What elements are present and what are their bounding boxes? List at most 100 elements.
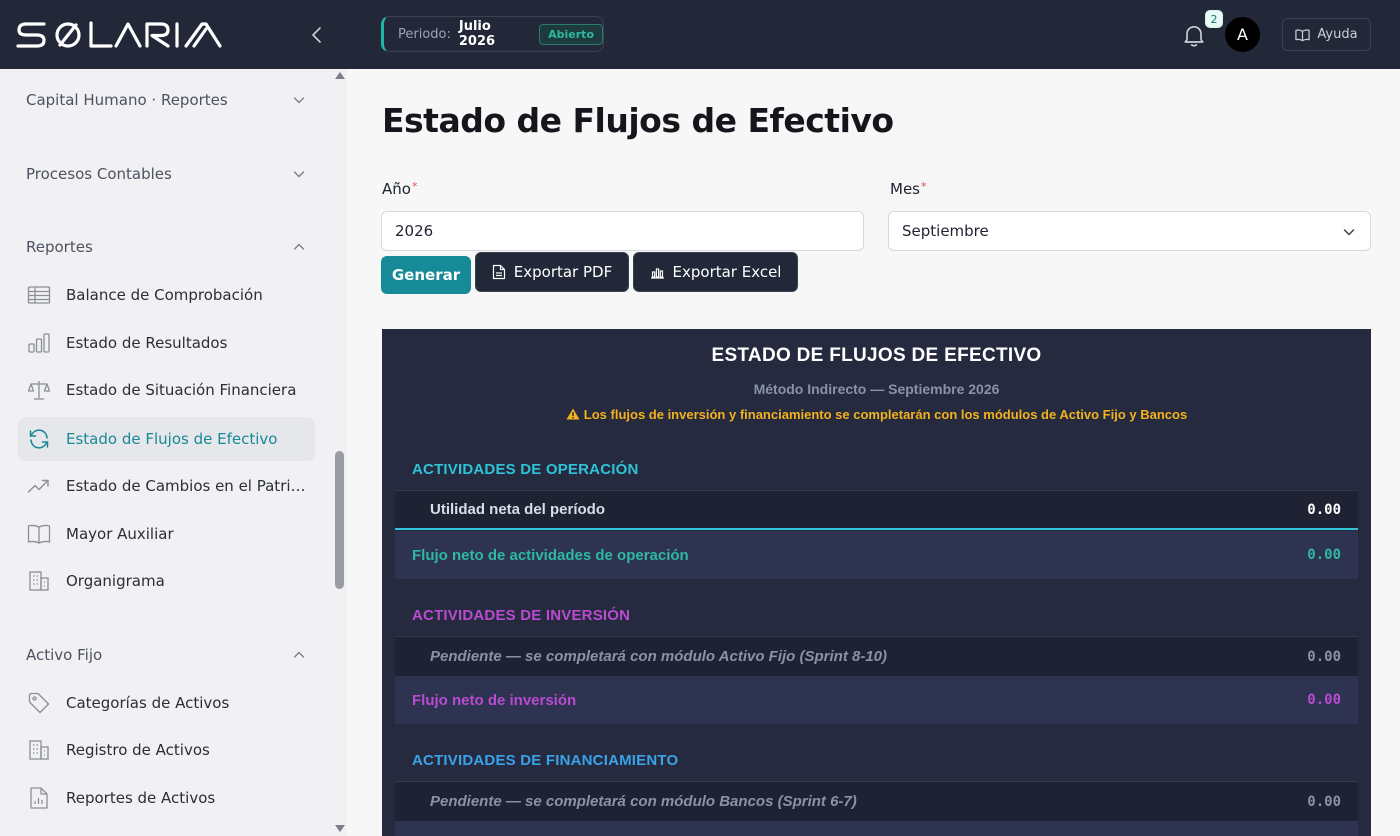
report-row-pendiente-inversion: Pendiente — se completará con módulo Act… [395, 636, 1358, 676]
month-label-text: Mes [890, 180, 920, 198]
generate-button[interactable]: Generar [381, 256, 471, 294]
tag-icon [28, 692, 50, 714]
chevron-down-icon [1343, 229, 1355, 236]
sidebar-item-label: Organigrama [66, 572, 165, 590]
month-select-value: Septiembre [902, 222, 989, 240]
period-label: Periodo: [398, 26, 451, 42]
building-icon [29, 740, 49, 760]
sidebar-item-estado-resultados[interactable]: Estado de Resultados [18, 321, 315, 365]
row-amount: 0.00 [1307, 793, 1341, 810]
section-capital-humano[interactable]: Capital Humano · Reportes [26, 88, 306, 112]
section-label: Capital Humano · Reportes [26, 91, 228, 109]
section-label: Reportes [26, 238, 93, 256]
sidebar-item-situacion-financiera[interactable]: Estado de Situación Financiera [18, 368, 315, 412]
row-amount: 0.00 [1307, 547, 1341, 563]
warning-icon [566, 408, 580, 420]
row-amount: 0.00 [1307, 648, 1341, 665]
export-pdf-button[interactable]: Exportar PDF [475, 252, 629, 292]
row-label: Pendiente — se completará con módulo Act… [430, 648, 888, 665]
period-indicator[interactable]: Periodo: Julio 2026 Abierto [381, 16, 604, 52]
sidebar-item-label: Estado de Situación Financiera [66, 381, 297, 399]
sidebar-item-flujos-efectivo[interactable]: Estado de Flujos de Efectivo [18, 417, 315, 461]
required-asterisk: * [411, 180, 418, 193]
sidebar-item-reportes-activos[interactable]: Reportes de Activos [18, 776, 315, 820]
sidebar-item-registro-activos[interactable]: Registro de Activos [18, 728, 315, 772]
refresh-icon [29, 429, 49, 449]
sidebar-item-cambios-patrimonio[interactable]: Estado de Cambios en el Patrimonio [18, 464, 315, 508]
report-subtitle: Método Indirecto — Septiembre 2026 [753, 381, 1000, 397]
report-title: ESTADO DE FLUJOS DE EFECTIVO [711, 345, 1042, 366]
help-button[interactable]: Ayuda [1282, 18, 1371, 51]
section-label: Activo Fijo [26, 646, 103, 664]
book-icon [27, 524, 51, 544]
chevron-up-icon [293, 651, 305, 658]
year-label: Año* [382, 180, 417, 198]
sidebar-item-label: Estado de Resultados [66, 334, 228, 352]
export-excel-button[interactable]: Exportar Excel [633, 252, 798, 292]
book-open-icon [1295, 28, 1311, 41]
report-row-total-operacion: Flujo neto de actividades de operación 0… [395, 531, 1358, 579]
sidebar-item-label: Estado de Flujos de Efectivo [66, 430, 278, 448]
period-value: Julio 2026 [458, 19, 496, 49]
row-label: Pendiente — se completará con módulo Ban… [430, 793, 857, 810]
sidebar-scrollbar-thumb[interactable] [335, 451, 344, 589]
report-row-total-financiamiento [395, 821, 1358, 836]
report-row-pendiente-financiamiento: Pendiente — se completará con módulo Ban… [395, 781, 1358, 821]
bar-chart-icon [650, 268, 664, 279]
sidebar-item-organigrama[interactable]: Organigrama [18, 559, 315, 603]
table-icon [27, 286, 51, 304]
topbar: Periodo: Julio 2026 Abierto 2 A Ayuda [0, 0, 1400, 69]
sidebar-item-label: Reportes de Activos [66, 789, 216, 807]
section-label: Procesos Contables [26, 165, 172, 183]
row-label: Flujo neto de inversión [412, 691, 577, 709]
row-amount: 0.00 [1307, 692, 1341, 708]
row-label: Flujo neto de actividades de operación [412, 546, 689, 564]
section-activo-fijo[interactable]: Activo Fijo [26, 643, 306, 667]
sidebar-item-label: Estado de Cambios en el Patrimonio [66, 477, 306, 495]
section-heading-inversion: ACTIVIDADES DE INVERSIÓN [412, 607, 631, 624]
sidebar-item-label: Mayor Auxiliar [66, 525, 174, 543]
sidebar-item-label: Registro de Activos [66, 741, 210, 759]
sidebar-item-mayor-auxiliar[interactable]: Mayor Auxiliar [18, 512, 315, 556]
chevron-down-icon [293, 97, 305, 104]
sidebar-item-label: Categorías de Activos [66, 694, 230, 712]
year-input[interactable]: 2026 [381, 211, 864, 251]
help-label: Ayuda [1317, 27, 1358, 42]
logo[interactable] [16, 15, 236, 55]
chevron-left-icon [312, 27, 321, 43]
collapse-sidebar-button[interactable] [302, 20, 332, 50]
notifications-button[interactable] [1180, 21, 1208, 49]
trend-up-icon [27, 479, 49, 493]
building-icon [29, 571, 49, 591]
row-label: Utilidad neta del período [430, 501, 606, 518]
cash-flow-report: ESTADO DE FLUJOS DE EFECTIVO Método Indi… [382, 329, 1371, 836]
report-row-total-inversion: Flujo neto de inversión 0.00 [395, 676, 1358, 724]
bar-chart-icon [28, 333, 50, 353]
page-title: Estado de Flujos de Efectivo [382, 101, 894, 140]
report-warning: Los flujos de inversión y financiamiento… [382, 407, 1371, 422]
scrollbar-up-arrow[interactable] [335, 72, 345, 79]
section-reportes[interactable]: Reportes [26, 235, 306, 259]
required-asterisk: * [921, 180, 927, 193]
sidebar: Capital Humano · Reportes Procesos Conta… [0, 69, 347, 836]
bell-icon [1184, 26, 1204, 47]
month-select[interactable]: Septiembre [888, 211, 1371, 251]
section-procesos-contables[interactable]: Procesos Contables [26, 162, 306, 186]
sidebar-item-label: Balance de Comprobación [66, 286, 263, 304]
chevron-up-icon [293, 243, 305, 250]
report-warning-text: Los flujos de inversión y financiamiento… [583, 407, 1188, 422]
row-amount: 0.00 [1307, 501, 1341, 518]
report-file-icon [30, 787, 48, 809]
export-excel-label: Exportar Excel [672, 263, 782, 281]
export-pdf-label: Exportar PDF [513, 263, 613, 281]
chevron-down-icon [293, 171, 305, 178]
user-avatar[interactable]: A [1225, 17, 1260, 52]
file-icon [492, 264, 505, 280]
section-heading-operacion: ACTIVIDADES DE OPERACIÓN [412, 461, 639, 478]
month-label: Mes* [890, 180, 927, 198]
sidebar-item-balance-comprobacion[interactable]: Balance de Comprobación [18, 273, 315, 317]
scrollbar-down-arrow[interactable] [335, 825, 345, 832]
report-row-utilidad-neta: Utilidad neta del período 0.00 [395, 490, 1358, 530]
sidebar-item-categorias-activos[interactable]: Categorías de Activos [18, 681, 315, 725]
notification-count-badge: 2 [1205, 10, 1223, 28]
